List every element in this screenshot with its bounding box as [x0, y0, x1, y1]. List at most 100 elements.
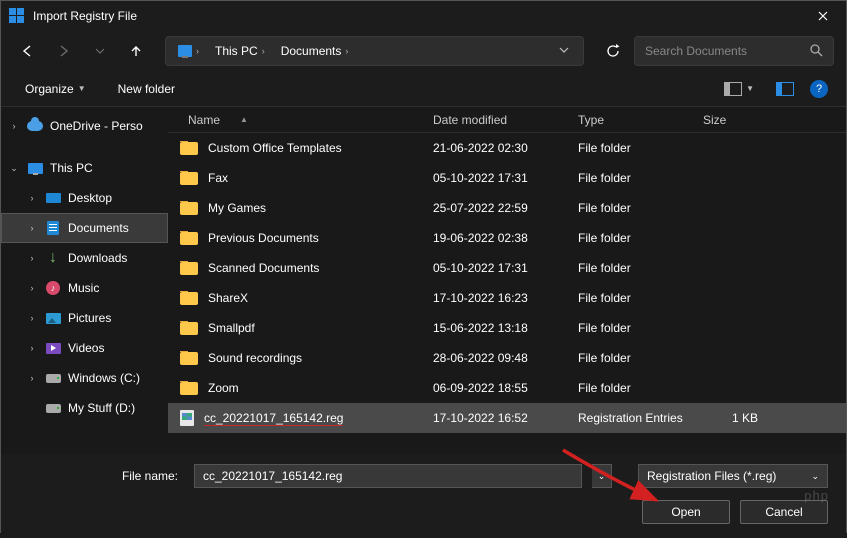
sidebar-label: Pictures: [68, 311, 111, 325]
file-row[interactable]: My Games25-07-2022 22:59File folder: [168, 193, 846, 223]
file-name: Smallpdf: [208, 321, 255, 335]
pc-icon: [178, 45, 192, 57]
folder-icon: [180, 232, 198, 245]
forward-button[interactable]: [49, 36, 79, 66]
breadcrumb-root-label: This PC: [215, 44, 258, 58]
sidebar-item-windows-c[interactable]: ›Windows (C:): [1, 363, 168, 393]
expand-icon[interactable]: ›: [8, 121, 20, 131]
column-name[interactable]: Name▲: [168, 113, 423, 127]
file-row[interactable]: Smallpdf15-06-2022 13:18File folder: [168, 313, 846, 343]
breadcrumb-folder[interactable]: Documents›: [273, 40, 357, 62]
arrow-up-icon: [129, 44, 143, 58]
sidebar-label: Documents: [68, 221, 129, 235]
file-row[interactable]: cc_20221017_165142.reg 17-10-2022 16:52Re…: [168, 403, 846, 433]
file-list: Name▲ Date modified Type Size Custom Off…: [168, 107, 846, 454]
sidebar-label: This PC: [50, 161, 93, 175]
sidebar-item-music[interactable]: ›♪Music: [1, 273, 168, 303]
file-name: Sound recordings: [208, 351, 302, 365]
new-folder-label: New folder: [118, 82, 175, 96]
file-row[interactable]: Sound recordings28-06-2022 09:48File fol…: [168, 343, 846, 373]
sidebar-item-desktop[interactable]: ›Desktop: [1, 183, 168, 213]
cancel-label: Cancel: [765, 505, 802, 519]
watermark: php: [804, 488, 829, 503]
new-folder-button[interactable]: New folder: [112, 76, 181, 102]
sidebar-item-downloads[interactable]: ›↓Downloads: [1, 243, 168, 273]
refresh-button[interactable]: [598, 36, 628, 66]
collapse-icon[interactable]: ⌄: [8, 163, 20, 174]
view-mode-button[interactable]: ▼: [718, 76, 760, 102]
sidebar-item-thispc[interactable]: ⌄ This PC: [1, 153, 168, 183]
search-input[interactable]: Search Documents: [634, 36, 834, 66]
file-date: 05-10-2022 17:31: [423, 171, 568, 185]
file-size: 1 KB: [693, 411, 768, 425]
column-size[interactable]: Size: [693, 113, 768, 127]
file-row[interactable]: Fax05-10-2022 17:31File folder: [168, 163, 846, 193]
filename-history-dropdown[interactable]: ⌄: [592, 464, 612, 488]
file-name: Fax: [208, 171, 228, 185]
folder-icon: [180, 262, 198, 275]
file-type: Registration Entries: [568, 411, 693, 425]
breadcrumb-root[interactable]: This PC›: [207, 40, 273, 62]
file-type: File folder: [568, 321, 693, 335]
file-row[interactable]: Custom Office Templates21-06-2022 02:30F…: [168, 133, 846, 163]
bottom-panel: File name: ⌄ Registration Files (*.reg)⌄…: [1, 454, 846, 538]
filename-label: File name:: [19, 469, 184, 483]
pictures-icon: [46, 313, 61, 324]
sidebar-label: My Stuff (D:): [68, 401, 135, 415]
title-bar: Import Registry File: [1, 1, 846, 31]
toolbar: Organize ▼ New folder ▼ ?: [1, 71, 846, 107]
file-date: 25-07-2022 22:59: [423, 201, 568, 215]
organize-label: Organize: [25, 82, 74, 96]
file-date: 19-06-2022 02:38: [423, 231, 568, 245]
sidebar-label: Windows (C:): [68, 371, 140, 385]
folder-icon: [180, 352, 198, 365]
chevron-down-icon: [559, 45, 569, 55]
sidebar-item-videos[interactable]: ›Videos: [1, 333, 168, 363]
up-button[interactable]: [121, 36, 151, 66]
file-name: Previous Documents: [208, 231, 319, 245]
sidebar-item-onedrive[interactable]: › OneDrive - Perso: [1, 111, 168, 141]
file-name: cc_20221017_165142.reg: [204, 411, 343, 426]
back-button[interactable]: [13, 36, 43, 66]
sidebar-label: Downloads: [68, 251, 127, 265]
open-button[interactable]: Open: [642, 500, 730, 524]
file-type: File folder: [568, 141, 693, 155]
filter-label: Registration Files (*.reg): [647, 469, 776, 483]
close-button[interactable]: [800, 1, 846, 31]
folder-icon: [180, 202, 198, 215]
sidebar-item-mystuff-d[interactable]: My Stuff (D:): [1, 393, 168, 423]
file-row[interactable]: Scanned Documents05-10-2022 17:31File fo…: [168, 253, 846, 283]
reg-file-icon: [180, 410, 194, 426]
organize-button[interactable]: Organize ▼: [19, 76, 92, 102]
file-name: Zoom: [208, 381, 239, 395]
file-type: File folder: [568, 201, 693, 215]
sidebar-label: OneDrive - Perso: [50, 119, 143, 133]
file-row[interactable]: ShareX17-10-2022 16:23File folder: [168, 283, 846, 313]
column-date[interactable]: Date modified: [423, 113, 568, 127]
file-type-filter[interactable]: Registration Files (*.reg)⌄: [638, 464, 828, 488]
cancel-button[interactable]: Cancel: [740, 500, 828, 524]
address-dropdown[interactable]: [549, 38, 579, 64]
recent-dropdown[interactable]: [85, 36, 115, 66]
sidebar: › OneDrive - Perso ⌄ This PC ›Desktop ›Doc…: [1, 107, 168, 454]
address-bar[interactable]: › This PC› Documents›: [165, 36, 584, 66]
file-row[interactable]: Previous Documents 19-06-2022 02:38File f…: [168, 223, 846, 253]
help-button[interactable]: ?: [810, 80, 828, 98]
sidebar-item-pictures[interactable]: ›Pictures: [1, 303, 168, 333]
file-name: Custom Office Templates: [208, 141, 342, 155]
file-type: File folder: [568, 231, 693, 245]
file-type: File folder: [568, 261, 693, 275]
video-icon: [46, 343, 61, 354]
column-type[interactable]: Type: [568, 113, 693, 127]
file-row[interactable]: Zoom06-09-2022 18:55File folder: [168, 373, 846, 403]
cloud-icon: [27, 121, 43, 131]
file-name: ShareX: [208, 291, 248, 305]
arrow-left-icon: [21, 44, 35, 58]
filename-input[interactable]: [194, 464, 582, 488]
preview-pane-button[interactable]: [770, 76, 800, 102]
sidebar-label: Desktop: [68, 191, 112, 205]
address-pc-icon-seg[interactable]: ›: [170, 41, 207, 61]
file-date: 17-10-2022 16:52: [423, 411, 568, 425]
chevron-down-icon: [95, 46, 105, 56]
sidebar-item-documents[interactable]: ›Documents: [1, 213, 168, 243]
